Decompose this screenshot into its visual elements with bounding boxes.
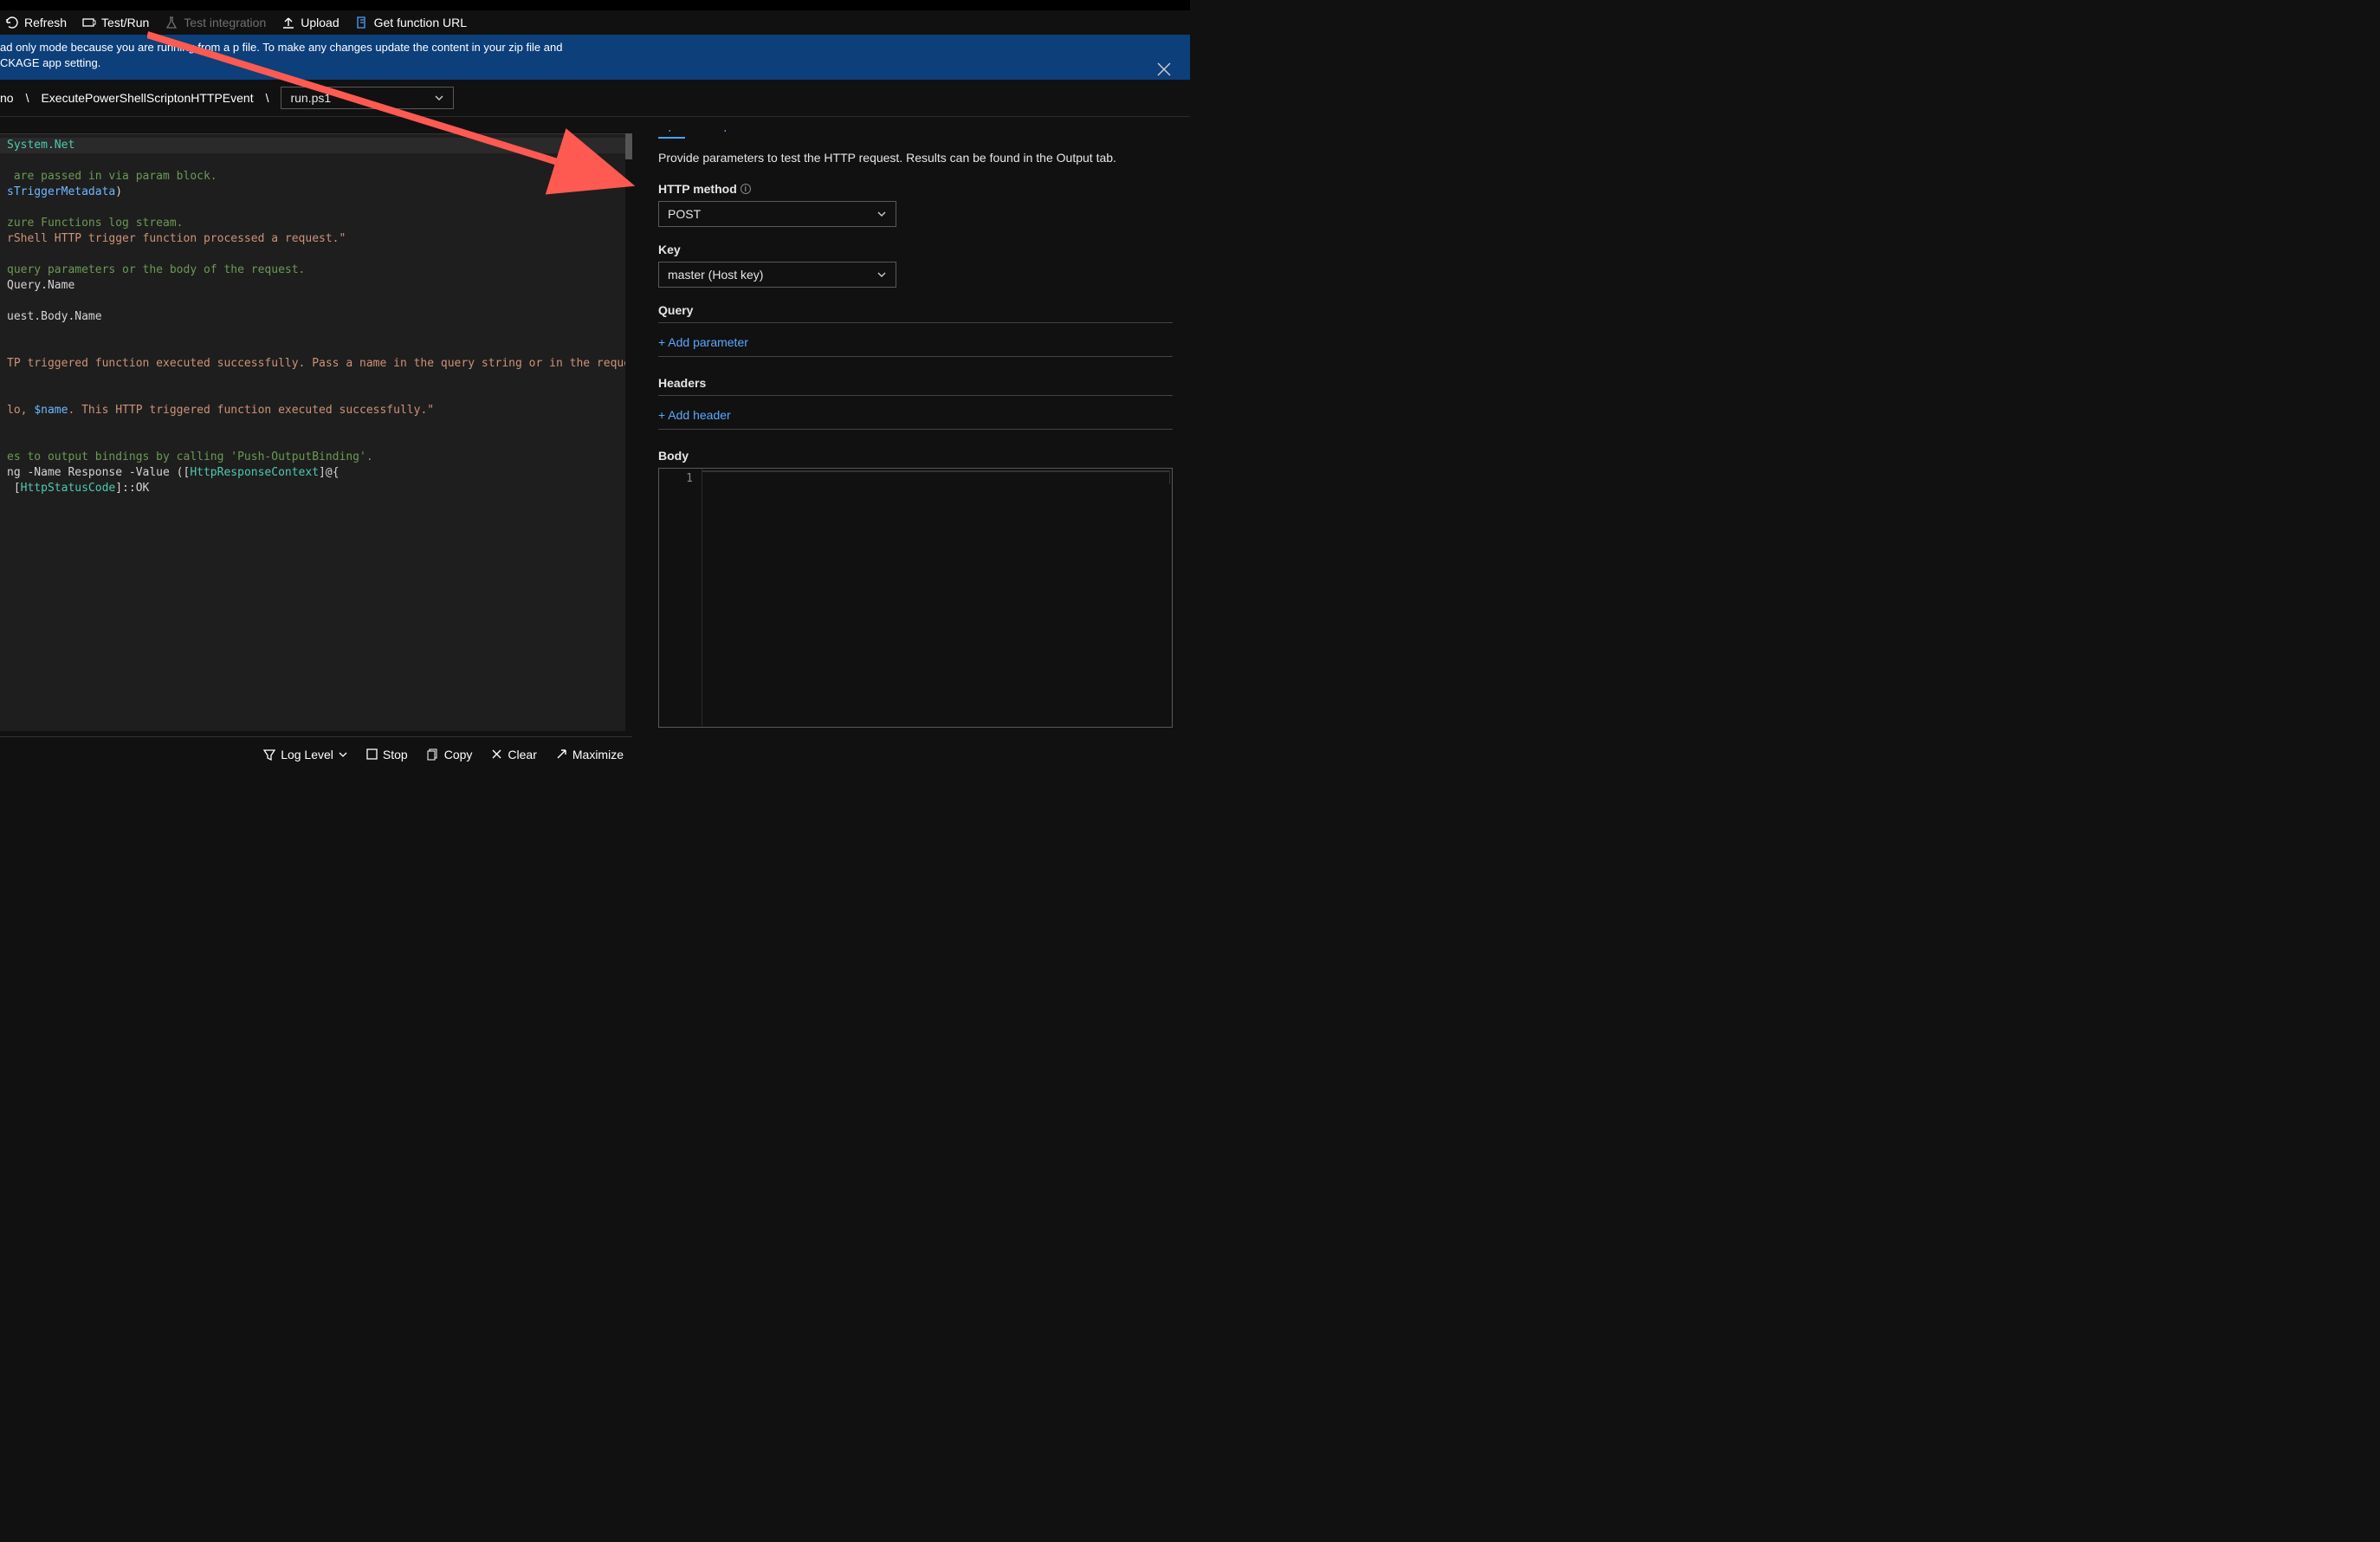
maximize-label: Maximize: [572, 748, 624, 761]
code-line: [0, 434, 625, 450]
add-header-link[interactable]: + Add header: [658, 401, 1173, 430]
breadcrumb-sep: \: [262, 91, 273, 105]
http-method-select[interactable]: POST: [658, 201, 896, 227]
body-line-number: 1: [659, 472, 693, 485]
file-dropdown[interactable]: run.ps1: [281, 87, 454, 109]
code-line: [0, 325, 625, 340]
code-line: [0, 294, 625, 309]
get-function-url-label: Get function URL: [374, 16, 467, 29]
maximize-button[interactable]: Maximize: [556, 748, 624, 761]
info-icon[interactable]: i: [741, 184, 751, 194]
breadcrumb-seg-function[interactable]: ExecutePowerShellScriptonHTTPEvent: [41, 91, 253, 105]
chevron-down-icon: [434, 93, 444, 103]
test-run-button[interactable]: Test/Run: [82, 16, 149, 29]
test-run-icon: [82, 16, 96, 29]
code-editor[interactable]: System.Net are passed in via param block…: [0, 133, 625, 731]
code-line: [0, 200, 625, 216]
editor-scrollbar[interactable]: [625, 133, 632, 159]
code-line: are passed in via param block.: [0, 169, 625, 185]
headers-section-label: Headers: [658, 376, 1173, 396]
http-method-value: POST: [668, 207, 701, 221]
code-line: uest.Body.Name: [0, 309, 625, 325]
code-line: [0, 340, 625, 356]
banner-line-2: CKAGE app setting.: [0, 55, 1183, 71]
stop-icon: [366, 748, 378, 760]
breadcrumb-seg-app[interactable]: no: [0, 91, 14, 105]
tab-output[interactable]: Output: [704, 130, 741, 139]
code-line: lo, $name. This HTTP triggered function …: [0, 403, 625, 418]
test-run-label: Test/Run: [101, 16, 149, 29]
clear-button[interactable]: Clear: [491, 748, 536, 761]
get-function-url-button[interactable]: Get function URL: [355, 16, 467, 29]
banner-line-1: ad only mode because you are running fro…: [0, 40, 1183, 55]
file-dropdown-value: run.ps1: [290, 91, 331, 105]
code-line: es to output bindings by calling 'Push-O…: [0, 450, 625, 465]
breadcrumb-sep: \: [23, 91, 33, 105]
window-top-strip: [0, 0, 1190, 10]
refresh-icon: [5, 16, 19, 29]
flask-icon: [165, 16, 178, 29]
code-line: [0, 387, 625, 403]
link-icon: [355, 16, 369, 29]
stop-label: Stop: [383, 748, 408, 761]
add-parameter-link[interactable]: + Add parameter: [658, 328, 1173, 357]
key-value: master (Host key): [668, 268, 763, 282]
code-line: zure Functions log stream.: [0, 216, 625, 231]
filter-icon: [263, 748, 275, 761]
code-line: System.Net: [0, 138, 625, 153]
http-method-label: HTTP method i: [658, 182, 1173, 196]
test-integration-button: Test integration: [165, 16, 266, 29]
clear-label: Clear: [508, 748, 536, 761]
code-line: TP triggered function executed successfu…: [0, 356, 625, 372]
copy-label: Copy: [444, 748, 473, 761]
body-section-label: Body: [658, 449, 1173, 463]
code-line: [HttpStatusCode]::OK: [0, 481, 625, 496]
breadcrumb-row: no \ ExecutePowerShellScriptonHTTPEvent …: [0, 80, 1190, 117]
chevron-down-icon: [876, 269, 887, 280]
upload-button[interactable]: Upload: [281, 16, 339, 29]
code-line: Query.Name: [0, 278, 625, 294]
chevron-down-icon: [876, 209, 887, 219]
readonly-banner: ad only mode because you are running fro…: [0, 35, 1190, 80]
query-section-label: Query: [658, 303, 1173, 323]
stop-button[interactable]: Stop: [366, 748, 408, 761]
close-panel-button[interactable]: [1155, 61, 1173, 78]
body-text-area[interactable]: [702, 470, 1170, 484]
command-bar: Refresh Test/Run Test integration Upload…: [0, 10, 1190, 35]
chevron-down-icon: [339, 750, 347, 759]
code-line: [0, 153, 625, 169]
code-line: sTriggerMetadata): [0, 185, 625, 200]
code-line: [0, 247, 625, 262]
upload-icon: [281, 16, 295, 29]
clear-icon: [491, 748, 502, 760]
copy-icon: [427, 748, 439, 761]
test-integration-label: Test integration: [184, 16, 266, 29]
code-line: [0, 372, 625, 387]
copy-button[interactable]: Copy: [427, 748, 473, 761]
refresh-button[interactable]: Refresh: [5, 16, 67, 29]
body-gutter: 1: [659, 469, 702, 727]
code-line: [0, 418, 625, 434]
key-label: Key: [658, 243, 1173, 256]
upload-label: Upload: [301, 16, 339, 29]
log-level-label: Log Level: [281, 748, 333, 761]
log-level-dropdown[interactable]: Log Level: [263, 748, 347, 761]
code-line: query parameters or the body of the requ…: [0, 262, 625, 278]
refresh-label: Refresh: [24, 16, 67, 29]
body-editor[interactable]: 1: [658, 468, 1173, 728]
panel-tabs: Input Output: [658, 130, 1173, 139]
test-panel: Input Output Provide parameters to test …: [632, 130, 1190, 771]
code-line: rShell HTTP trigger function processed a…: [0, 231, 625, 247]
console-toolbar: Log Level Stop Copy: [0, 736, 632, 771]
key-select[interactable]: master (Host key): [658, 262, 896, 288]
maximize-icon: [556, 748, 567, 760]
panel-description: Provide parameters to test the HTTP requ…: [658, 151, 1173, 165]
code-line: ng -Name Response -Value ([HttpResponseC…: [0, 465, 625, 481]
tab-input[interactable]: Input: [658, 130, 685, 139]
code-editor-pane: System.Net are passed in via param block…: [0, 130, 632, 771]
